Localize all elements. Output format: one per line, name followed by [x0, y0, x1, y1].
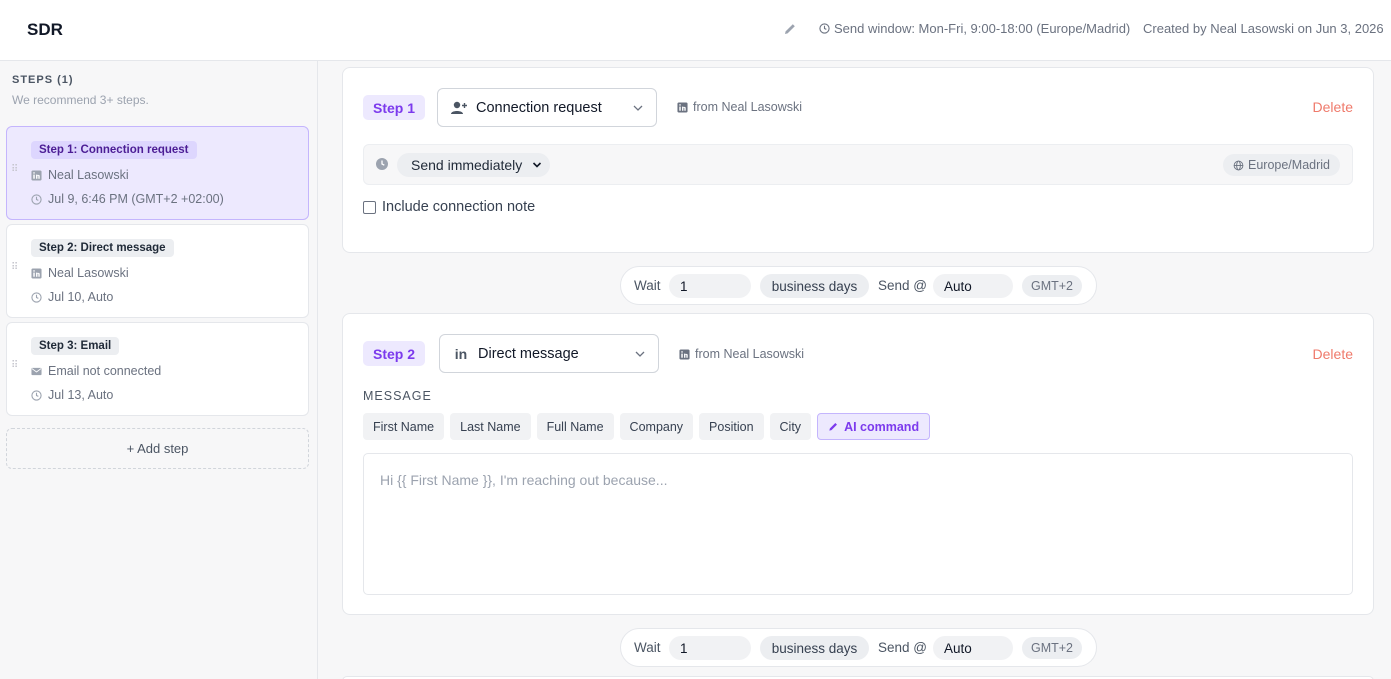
step-schedule-text: Jul 9, 6:46 PM (GMT+2 +02:00) — [48, 192, 224, 206]
send-at-select[interactable]: Auto — [933, 636, 1013, 660]
clock-icon — [819, 23, 830, 34]
connection-note-toggle[interactable]: Include connection note — [363, 199, 535, 215]
timezone-chip[interactable]: Europe/Madrid — [1223, 154, 1340, 176]
wait-days-input[interactable]: 1 — [669, 274, 751, 298]
ai-command-label: AI command — [844, 419, 920, 434]
variable-chip-company[interactable]: Company — [619, 413, 694, 440]
step-schedule-text: Jul 10, Auto — [48, 290, 114, 304]
delete-step-button[interactable]: Delete — [1313, 346, 1353, 362]
edit-pencil-icon[interactable] — [782, 21, 798, 37]
sidebar-step-1[interactable]: ⠿ Step 1: Connection request Neal Lasows… — [6, 126, 309, 220]
wait-settings-1: Wait 1 business days Send @ Auto GMT+2 — [620, 266, 1097, 305]
step-sender-text: Email not connected — [48, 364, 162, 378]
drag-handle-icon[interactable]: ⠿ — [11, 361, 19, 375]
wait-settings-2: Wait 1 business days Send @ Auto GMT+2 — [620, 628, 1097, 667]
step-sender-text: Neal Lasowski — [48, 168, 129, 182]
linkedin-icon: in — [454, 345, 468, 362]
step-sender: Email not connected — [31, 364, 161, 378]
connection-note-label: Include connection note — [382, 199, 536, 215]
step-sender: Neal Lasowski — [31, 266, 129, 280]
send-window: Send window: Mon-Fri, 9:00-18:00 (Europe… — [819, 21, 1130, 36]
send-at-label: Send @ — [878, 278, 927, 293]
wait-label: Wait — [634, 278, 661, 293]
send-at-select[interactable]: Auto — [933, 274, 1013, 298]
delete-step-button[interactable]: Delete — [1313, 99, 1353, 115]
linkedin-icon — [31, 267, 42, 279]
send-timing-value: Send immediately — [411, 157, 523, 173]
variable-chip-full-name[interactable]: Full Name — [536, 413, 614, 440]
clock-icon — [376, 158, 388, 170]
step-type-label: Connection request — [476, 99, 602, 116]
ai-command-button[interactable]: AI command — [817, 413, 931, 440]
created-by-text: Created by Neal Lasowski on Jun 3, 2026 — [1143, 21, 1384, 36]
wait-days-input[interactable]: 1 — [669, 636, 751, 660]
step-type-select[interactable]: Connection request — [437, 88, 657, 127]
steps-hint: We recommend 3+ steps. — [12, 93, 149, 107]
steps-sidebar: STEPS (1) We recommend 3+ steps. ⠿ Step … — [0, 61, 318, 679]
pencil-icon — [829, 423, 838, 431]
globe-icon — [1233, 160, 1244, 170]
clock-icon — [31, 193, 42, 205]
steps-heading: STEPS (1) — [12, 74, 74, 86]
days-unit-select[interactable]: business days — [760, 274, 869, 298]
mail-icon — [31, 367, 42, 375]
days-unit-select[interactable]: business days — [760, 636, 869, 660]
timezone-value: Europe/Madrid — [1248, 158, 1330, 172]
add-step-button[interactable]: + Add step — [6, 428, 309, 469]
variable-chips: First Name Last Name Full Name Company P… — [363, 413, 931, 440]
from-sender: from Neal Lasowski — [679, 347, 804, 361]
linkedin-icon — [31, 169, 42, 181]
send-timing-select[interactable]: Send immediately — [397, 153, 551, 177]
connection-note-checkbox[interactable] — [363, 200, 376, 214]
wait-label: Wait — [634, 640, 661, 655]
from-sender-text: from Neal Lasowski — [693, 100, 803, 114]
message-textarea[interactable]: Hi {{ First Name }}, I'm reaching out be… — [363, 453, 1353, 595]
variable-chip-last-name[interactable]: Last Name — [450, 413, 531, 440]
step-2-card: Step 2 in Direct message from Neal Lasow… — [342, 313, 1374, 615]
timezone-chip: GMT+2 — [1022, 275, 1082, 297]
step-type-label: Direct message — [478, 345, 579, 362]
drag-handle-icon[interactable]: ⠿ — [11, 165, 19, 179]
step-title: Step 3: Email — [31, 337, 120, 355]
message-placeholder: Hi {{ First Name }}, I'm reaching out be… — [380, 472, 668, 488]
top-header: SDR Send window: Mon-Fri, 9:00-18:00 (Eu… — [0, 0, 1391, 61]
variable-chip-first-name[interactable]: First Name — [363, 413, 445, 440]
add-person-icon — [451, 101, 467, 114]
clock-icon — [31, 291, 42, 303]
step-1-pill: Step 1 — [363, 95, 426, 120]
step-type-select[interactable]: in Direct message — [439, 334, 659, 373]
from-sender-text: from Neal Lasowski — [695, 347, 805, 361]
variable-chip-city[interactable]: City — [769, 413, 812, 440]
variable-chip-position[interactable]: Position — [699, 413, 764, 440]
step-title: Step 2: Direct message — [31, 239, 174, 257]
from-sender: from Neal Lasowski — [677, 100, 802, 114]
linkedin-icon — [679, 348, 690, 360]
drag-handle-icon[interactable]: ⠿ — [11, 263, 19, 277]
step-1-card: Step 1 Connection request from Neal Laso… — [342, 67, 1374, 253]
step-schedule: Jul 10, Auto — [31, 290, 113, 304]
step-sender-text: Neal Lasowski — [48, 266, 129, 280]
send-window-text: Send window: Mon-Fri, 9:00-18:00 (Europe… — [834, 21, 1131, 36]
step-schedule: Jul 13, Auto — [31, 388, 113, 402]
sidebar-step-3[interactable]: ⠿ Step 3: Email Email not connected Jul … — [6, 322, 309, 416]
chevron-down-icon — [633, 105, 643, 111]
step-2-pill: Step 2 — [363, 341, 426, 366]
chevron-down-icon — [533, 162, 542, 168]
clock-icon — [31, 389, 42, 401]
step-sender: Neal Lasowski — [31, 168, 129, 182]
sidebar-step-2[interactable]: ⠿ Step 2: Direct message Neal Lasowski J… — [6, 224, 309, 318]
page-title: SDR — [27, 20, 63, 39]
chevron-down-icon — [635, 351, 645, 357]
send-at-label: Send @ — [878, 640, 927, 655]
step-schedule-text: Jul 13, Auto — [48, 388, 114, 402]
message-label: MESSAGE — [363, 389, 432, 403]
step-title: Step 1: Connection request — [31, 141, 197, 159]
linkedin-icon — [677, 101, 688, 113]
timezone-chip: GMT+2 — [1022, 637, 1082, 659]
send-timing-row: Send immediately Europe/Madrid — [363, 144, 1353, 185]
step-schedule: Jul 9, 6:46 PM (GMT+2 +02:00) — [31, 192, 224, 206]
